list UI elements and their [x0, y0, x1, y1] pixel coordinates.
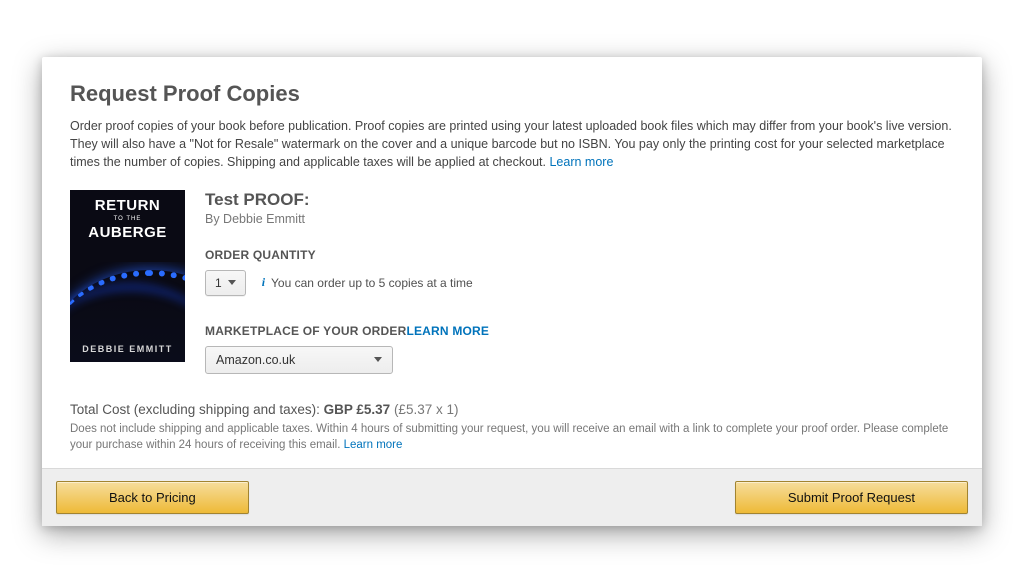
book-title: Test PROOF:: [205, 190, 954, 210]
chevron-down-icon: [374, 357, 382, 362]
totals-learn-more-link[interactable]: Learn more: [344, 439, 403, 451]
book-cover-image: RETURN TO THE AUBERGE DEBBIE EMMITT: [70, 190, 185, 362]
marketplace-value: Amazon.co.uk: [216, 353, 295, 367]
chevron-down-icon: [228, 280, 236, 285]
order-quantity-row: 1 i You can order up to 5 copies at a ti…: [205, 270, 954, 296]
intro-paragraph: Order proof copies of your book before p…: [70, 117, 954, 171]
total-cost-line: Total Cost (excluding shipping and taxes…: [70, 402, 954, 417]
quantity-value: 1: [215, 276, 222, 290]
quantity-select[interactable]: 1: [205, 270, 246, 296]
content-area: Request Proof Copies Order proof copies …: [42, 57, 982, 469]
cover-art: [70, 262, 185, 338]
cover-title: RETURN TO THE AUBERGE: [70, 198, 185, 240]
footer-bar: Back to Pricing Submit Proof Request: [42, 469, 982, 526]
back-to-pricing-button[interactable]: Back to Pricing: [56, 481, 249, 514]
submit-proof-request-button[interactable]: Submit Proof Request: [735, 481, 968, 514]
total-calc: (£5.37 x 1): [394, 402, 459, 417]
total-amount: GBP £5.37: [324, 402, 394, 417]
proof-request-panel: Request Proof Copies Order proof copies …: [42, 57, 982, 526]
book-row: RETURN TO THE AUBERGE DEBBIE EMMITT Test…: [70, 190, 954, 374]
marketplace-select[interactable]: Amazon.co.uk: [205, 346, 393, 374]
intro-learn-more-link[interactable]: Learn more: [549, 155, 613, 169]
marketplace-label-row: MARKETPLACE OF YOUR ORDER LEARN MORE: [205, 324, 954, 338]
page-title: Request Proof Copies: [70, 81, 954, 107]
total-cost-note: Does not include shipping and applicable…: [70, 421, 954, 454]
marketplace-learn-more-link[interactable]: LEARN MORE: [406, 324, 489, 338]
book-meta: Test PROOF: By Debbie Emmitt ORDER QUANT…: [205, 190, 954, 374]
intro-text: Order proof copies of your book before p…: [70, 119, 952, 169]
info-icon: i: [262, 275, 265, 290]
quantity-hint: i You can order up to 5 copies at a time: [262, 275, 473, 290]
order-quantity-label: ORDER QUANTITY: [205, 248, 954, 262]
book-byline: By Debbie Emmitt: [205, 212, 954, 226]
cover-author: DEBBIE EMMITT: [70, 344, 185, 354]
marketplace-label: MARKETPLACE OF YOUR ORDER: [205, 324, 406, 338]
